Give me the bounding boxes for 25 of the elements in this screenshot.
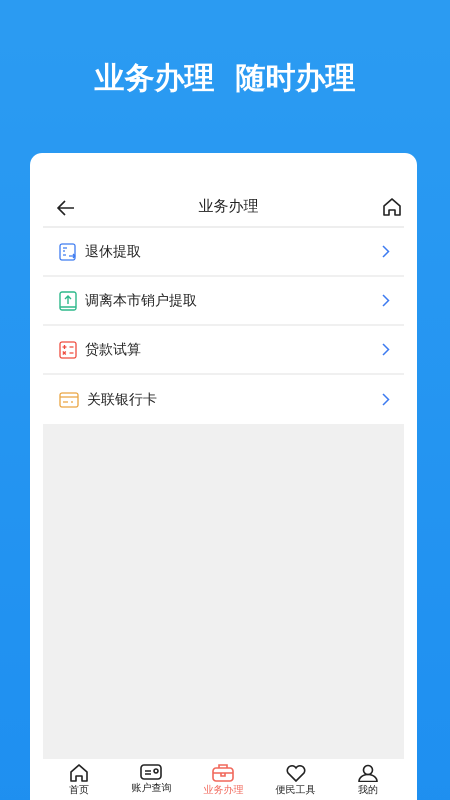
chevron-right-icon[interactable] [382, 393, 390, 406]
briefcase-icon [212, 764, 234, 782]
menu-item[interactable]: 退休提取 [85, 242, 374, 260]
menu-item[interactable]: 关联银行卡 [87, 390, 374, 408]
person-icon [358, 764, 378, 782]
tab[interactable]: 便民工具 [266, 764, 326, 797]
headline: 业务办理 随时办理 [94, 60, 356, 95]
chevron-right-icon[interactable] [382, 343, 390, 356]
calculator-icon [59, 340, 77, 358]
page-title: 业务办理 [198, 197, 258, 216]
back-arrow-icon[interactable] [57, 200, 75, 216]
menu-item[interactable]: 贷款试算 [85, 340, 374, 358]
tab[interactable]: 我的 [338, 764, 398, 797]
home-icon [69, 764, 90, 782]
home-icon[interactable] [382, 198, 402, 216]
id-card-icon [140, 764, 162, 780]
tab[interactable]: 首页 [49, 764, 110, 797]
card-icon [59, 392, 79, 408]
document-icon [59, 242, 77, 260]
upload-icon [59, 290, 77, 310]
chevron-right-icon[interactable] [382, 245, 390, 258]
chevron-right-icon[interactable] [382, 294, 390, 307]
menu-item[interactable]: 调离本市销户提取 [85, 292, 374, 310]
heart-icon [286, 764, 306, 782]
tab[interactable]: 账户查询 [121, 764, 182, 795]
